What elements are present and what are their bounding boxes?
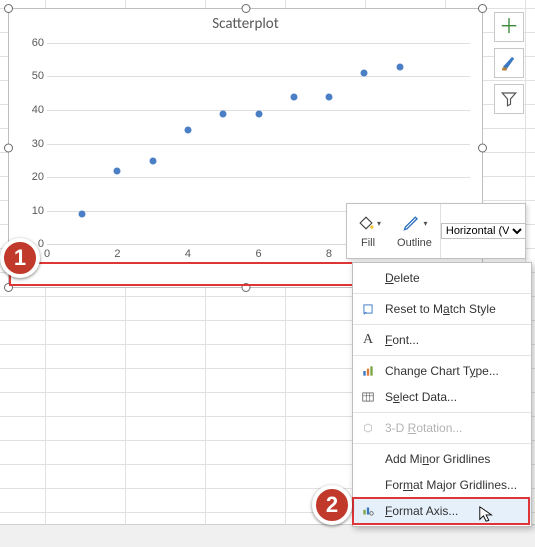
paint-bucket-icon: ▾: [355, 211, 381, 235]
cube-icon: [359, 419, 377, 437]
y-axis-tick-label: 40: [24, 104, 44, 116]
x-axis-tick-label: 0: [44, 248, 50, 260]
x-axis-tick-label: 4: [185, 248, 191, 260]
y-axis-tick-label: 60: [24, 37, 44, 49]
brush-icon: [500, 54, 518, 72]
chart-filter-button[interactable]: [494, 84, 524, 114]
select-data-icon: [359, 388, 377, 406]
chart-gridline: [47, 177, 470, 178]
y-axis-tick-label: 30: [24, 138, 44, 150]
data-point[interactable]: [290, 93, 297, 100]
menu-separator: [353, 443, 531, 444]
context-menu-label: Add Minor Gridlines: [385, 452, 523, 466]
plus-icon: ＋: [499, 17, 519, 37]
mini-fill-button[interactable]: ▾ Fill: [347, 204, 389, 258]
context-menu-label: Select Data...: [385, 390, 523, 404]
data-point[interactable]: [325, 93, 332, 100]
chart-type-icon: [359, 362, 377, 380]
data-point[interactable]: [255, 110, 262, 117]
context-menu-label: Format Axis...: [385, 504, 523, 518]
funnel-icon: [500, 90, 518, 108]
menu-separator: [353, 324, 531, 325]
format-axis-icon: [359, 502, 377, 520]
chart-styles-button[interactable]: [494, 48, 524, 78]
context-menu-item-select-data[interactable]: Select Data...: [353, 384, 531, 410]
font-icon: A: [359, 331, 377, 349]
context-menu-item-minor-grid[interactable]: Add Minor Gridlines: [353, 446, 531, 472]
context-menu-label: Font...: [385, 333, 523, 347]
selection-handle[interactable]: [478, 4, 487, 13]
menu-separator: [353, 355, 531, 356]
x-axis-tick-label: 2: [114, 248, 120, 260]
chart-gridline: [47, 144, 470, 145]
data-point[interactable]: [149, 157, 156, 164]
x-axis-tick-label: 8: [326, 248, 332, 260]
mini-outline-label: Outline: [397, 237, 432, 249]
chart-gridline: [47, 76, 470, 77]
blank-icon: [359, 450, 377, 468]
chart-add-element-button[interactable]: ＋: [494, 12, 524, 42]
context-menu-item-delete[interactable]: Delete: [353, 265, 531, 291]
y-axis-tick-label: 10: [24, 205, 44, 217]
mini-fill-label: Fill: [361, 237, 375, 249]
mini-outline-button[interactable]: ▾ Outline: [389, 204, 440, 258]
x-axis-tick-label: 6: [255, 248, 261, 260]
chart-element-selector[interactable]: Horizontal (Val: [441, 223, 526, 239]
menu-separator: [353, 293, 531, 294]
context-menu-label: Format Major Gridlines...: [385, 478, 523, 492]
data-point[interactable]: [184, 127, 191, 134]
context-menu-item-font[interactable]: A Font...: [353, 327, 531, 353]
context-menu-label: Delete: [385, 271, 523, 285]
blank-icon: [359, 269, 377, 287]
context-menu: Delete Reset to Match Style A Font... Change…: [352, 262, 532, 527]
context-menu-label: 3-D Rotation...: [385, 421, 523, 435]
selection-handle[interactable]: [241, 283, 250, 292]
chart-gridline: [47, 43, 470, 44]
context-menu-label: Change Chart Type...: [385, 364, 523, 378]
callout-badge-1: 1: [0, 238, 40, 278]
context-menu-label: Reset to Match Style: [385, 302, 523, 316]
selection-handle[interactable]: [4, 144, 13, 153]
data-point[interactable]: [396, 63, 403, 70]
selection-handle[interactable]: [4, 283, 13, 292]
mini-toolbar: ▾ Fill ▾ Outline Horizontal (Val: [346, 203, 526, 259]
context-menu-item-reset[interactable]: Reset to Match Style: [353, 296, 531, 322]
pen-icon: ▾: [401, 211, 427, 235]
reset-icon: [359, 300, 377, 318]
data-point[interactable]: [361, 70, 368, 77]
data-point[interactable]: [79, 211, 86, 218]
context-menu-item-change-type[interactable]: Change Chart Type...: [353, 358, 531, 384]
blank-icon: [359, 476, 377, 494]
selection-handle[interactable]: [4, 4, 13, 13]
menu-separator: [353, 412, 531, 413]
y-axis-tick-label: 50: [24, 70, 44, 82]
data-point[interactable]: [114, 167, 121, 174]
context-menu-item-format-axis[interactable]: Format Axis...: [353, 498, 531, 524]
context-menu-item-rotation: 3-D Rotation...: [353, 415, 531, 441]
sheet-tab-bar[interactable]: [0, 524, 535, 547]
data-point[interactable]: [220, 110, 227, 117]
context-menu-item-major-grid[interactable]: Format Major Gridlines...: [353, 472, 531, 498]
callout-badge-2: 2: [312, 485, 352, 525]
selection-handle[interactable]: [478, 144, 487, 153]
selection-handle[interactable]: [241, 4, 250, 13]
y-axis-tick-label: 20: [24, 171, 44, 183]
